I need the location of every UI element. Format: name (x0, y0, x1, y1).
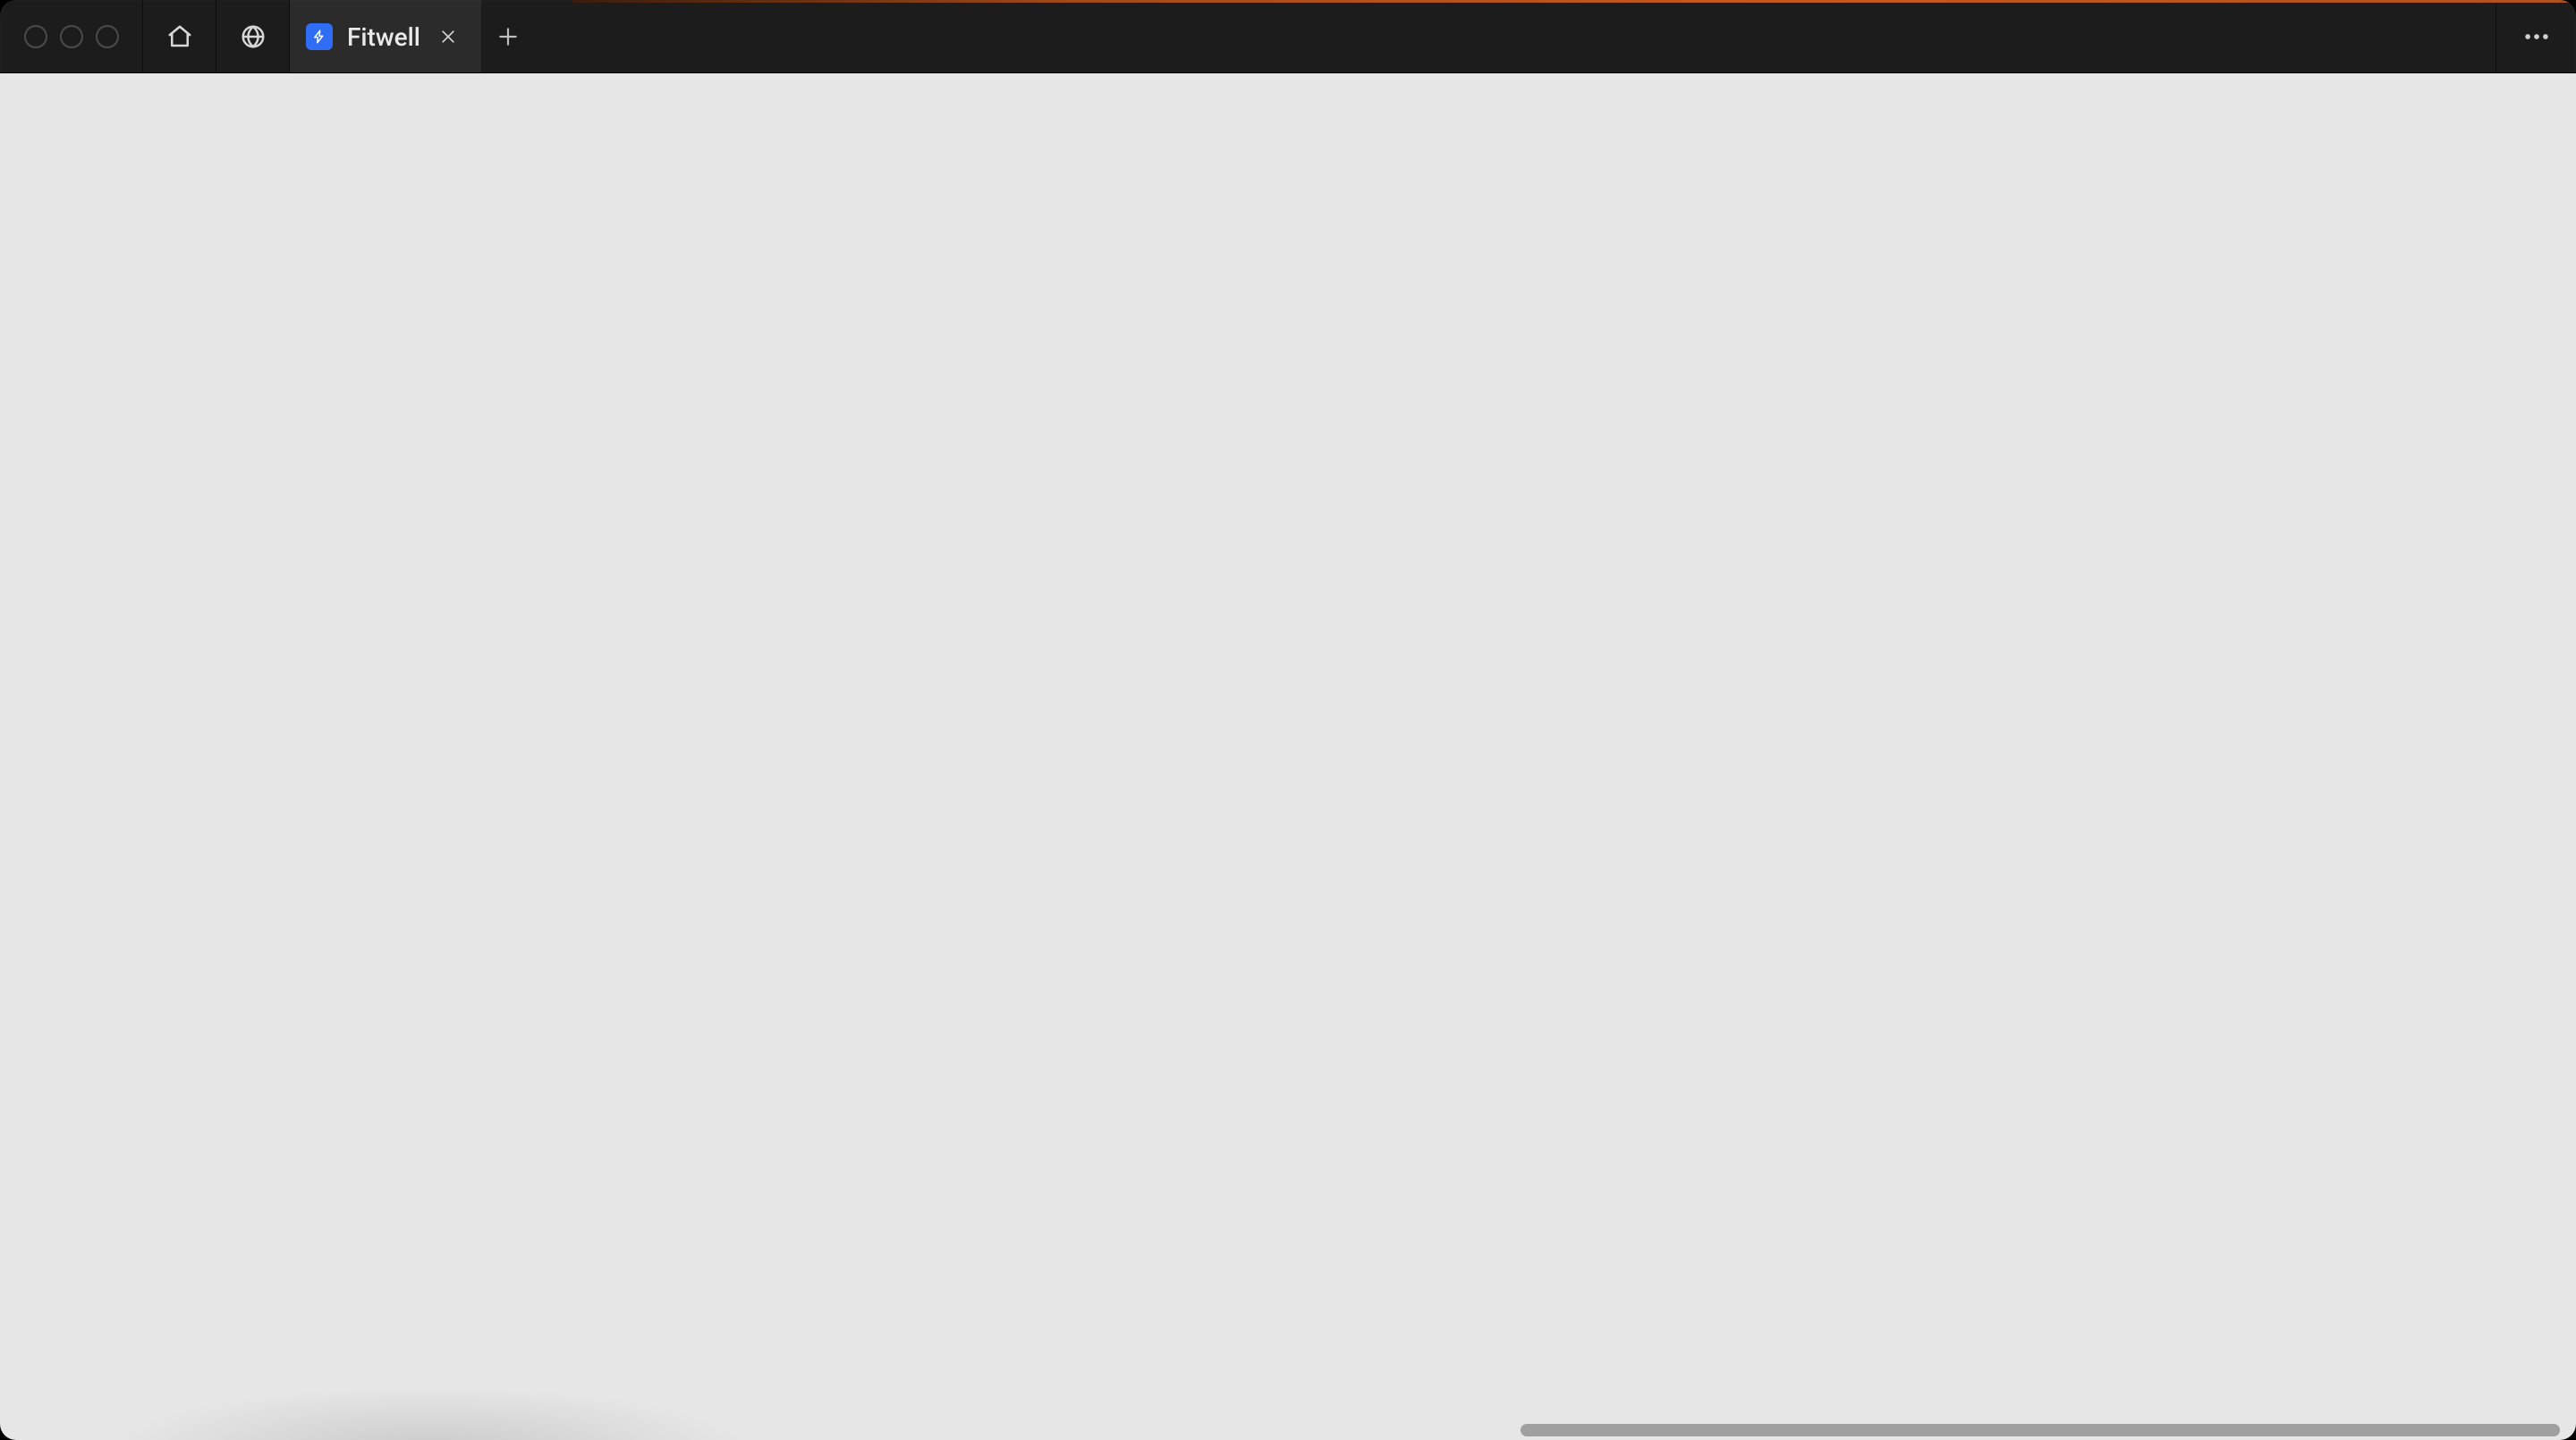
page-viewport (0, 73, 2576, 1440)
loading-indicator (572, 0, 2576, 3)
tab-active[interactable]: Fitwell (290, 0, 481, 72)
plus-icon (496, 25, 520, 48)
browser-window: Fitwell (0, 0, 2576, 1440)
tab-favicon (306, 23, 333, 50)
overflow-menu-button[interactable] (2496, 0, 2576, 72)
window-controls (0, 0, 143, 72)
horizontal-scrollbar-track[interactable] (0, 1420, 2576, 1440)
title-bar: Fitwell (0, 0, 2576, 73)
tab-strip: Fitwell (290, 0, 2496, 72)
window-close-button[interactable] (24, 25, 47, 48)
horizontal-scrollbar-thumb[interactable] (1521, 1424, 2560, 1436)
window-maximize-button[interactable] (96, 25, 119, 48)
home-button[interactable] (143, 0, 216, 72)
tab-close-button[interactable] (435, 23, 462, 50)
more-horizontal-icon (2521, 21, 2552, 52)
site-info-button[interactable] (216, 0, 290, 72)
window-minimize-button[interactable] (60, 25, 83, 48)
close-icon (439, 28, 457, 46)
globe-icon (240, 23, 267, 50)
home-icon (166, 23, 193, 50)
new-tab-button[interactable] (481, 0, 535, 72)
tab-title: Fitwell (347, 22, 420, 52)
